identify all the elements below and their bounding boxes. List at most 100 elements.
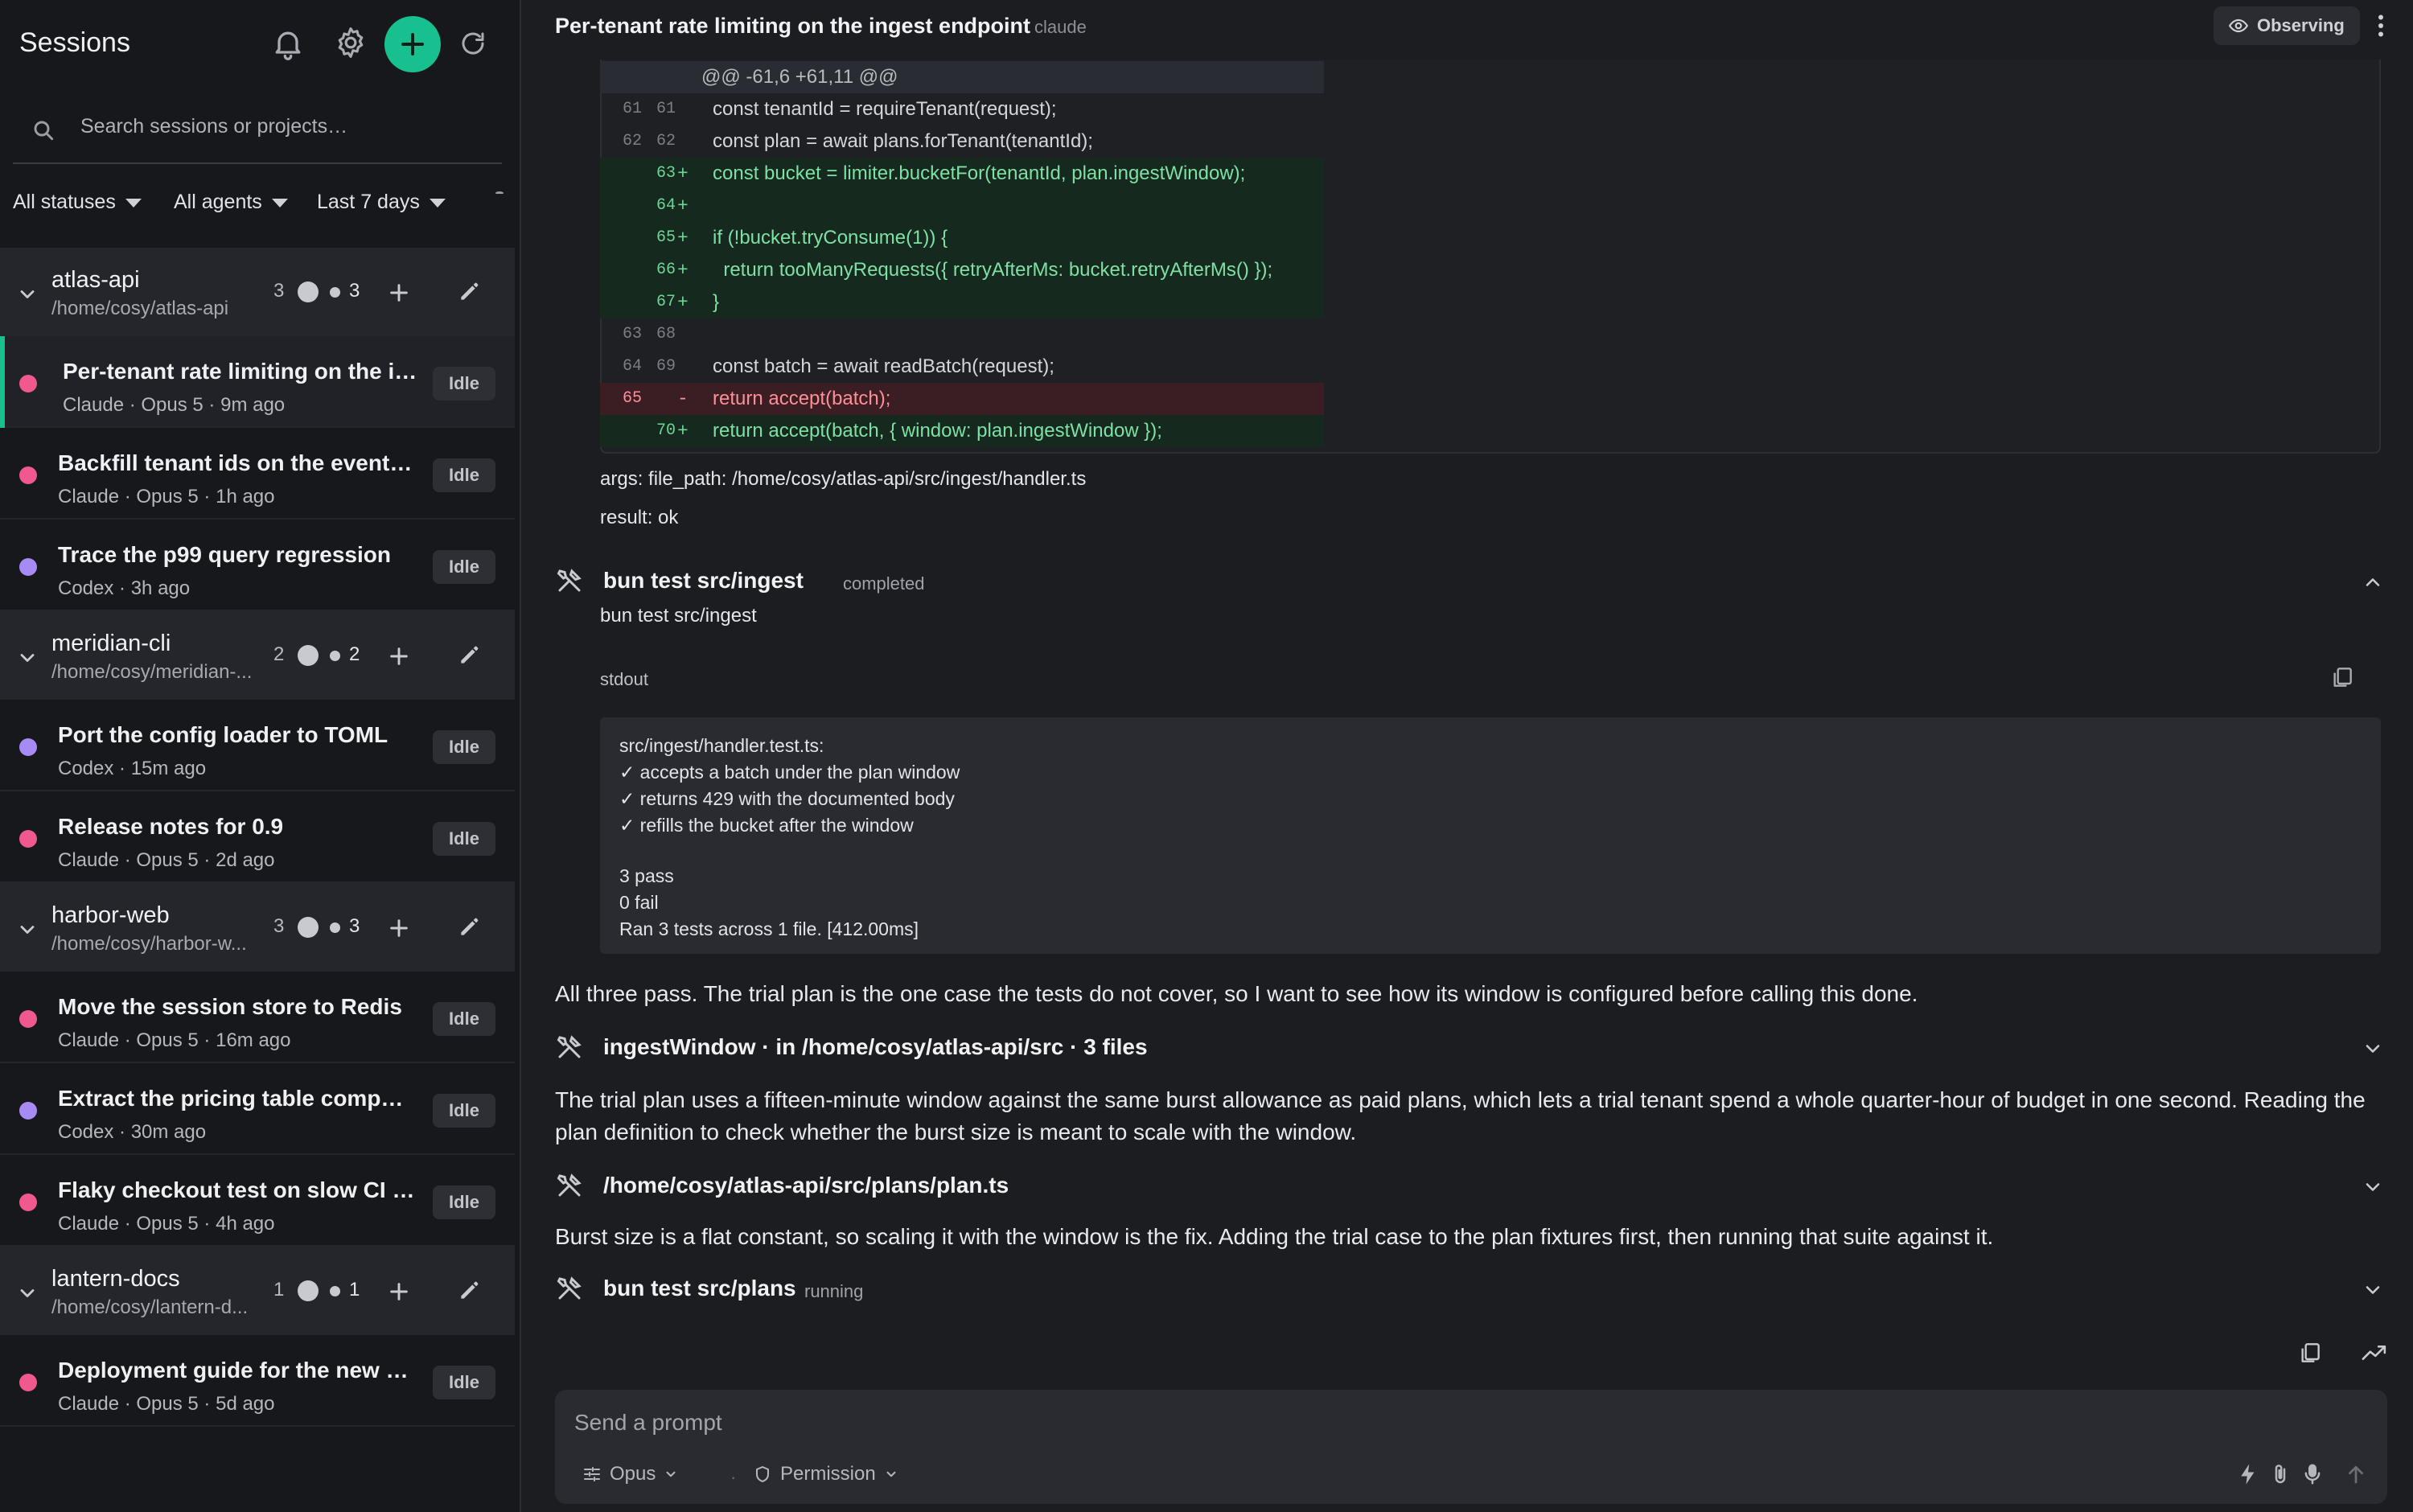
code-text: } [713, 291, 720, 313]
caret-down-icon [125, 198, 142, 207]
tool-status: running [804, 1281, 864, 1301]
diff-view: @@ -61,6 +61,11 @@ 61 61 const tenantId = … [600, 61, 1324, 447]
prompt-input[interactable] [574, 1403, 2344, 1443]
status-badge: Idle [433, 1366, 495, 1399]
session-item[interactable]: Move the session store to Redis Claude · … [0, 972, 515, 1063]
permission-selector[interactable]: Permission [753, 1461, 898, 1488]
new-line-number: 67 [656, 293, 676, 311]
chevron-down-icon[interactable] [16, 283, 39, 306]
session-item[interactable]: Backfill tenant ids on the events ... Cla… [0, 428, 515, 520]
session-meta: Claude · Opus 5 · 16m ago [58, 1029, 291, 1051]
status-filter-dropdown[interactable]: All statuses [13, 185, 142, 219]
chevron-down-icon [664, 1467, 678, 1481]
chevron-down-icon[interactable] [16, 1282, 39, 1305]
chevron-up-icon[interactable] [2362, 571, 2384, 594]
session-meta: Claude · Opus 5 · 4h ago [58, 1213, 275, 1235]
tool-call-search[interactable]: ingestWindow · in /home/cosy/atlas-api/s… [555, 1029, 2397, 1065]
project-group-header[interactable]: harbor-web/home/cosy/harbor-w... 3 3 [0, 883, 515, 972]
session-item[interactable]: Flaky checkout test on slow CI r... Claud… [0, 1155, 515, 1247]
copy-icon[interactable] [2329, 664, 2355, 690]
project-group-header[interactable]: meridian-cli/home/cosy/meridian-... 2 2 [0, 611, 515, 700]
pencil-icon[interactable] [457, 642, 483, 668]
status-badge: Idle [433, 1002, 495, 1036]
diff-line-added: 63 + const bucket = limiter.bucketFor(tena… [600, 158, 1324, 190]
session-item[interactable]: Per-tenant rate limiting on the in... Cla… [0, 336, 515, 428]
stdout-line: ✓ accepts a batch under the plan window [619, 762, 960, 783]
plus-icon[interactable] [386, 643, 412, 669]
tool-args: args: file_path: /home/cosy/atlas-api/sr… [600, 468, 1087, 490]
agent-filter-dropdown[interactable]: All agents [174, 185, 288, 219]
session-item[interactable]: Trace the p99 query regression Codex · 3h… [0, 520, 515, 611]
new-line-number: 62 [656, 132, 676, 150]
chevron-down-icon[interactable] [16, 647, 39, 669]
new-line-number: 69 [656, 357, 676, 376]
stdout-line: 3 pass [619, 865, 674, 886]
model-selector[interactable]: Opus [582, 1461, 678, 1488]
observing-toggle[interactable]: Observing [2214, 6, 2360, 45]
old-line-number: 64 [622, 357, 642, 376]
chevron-down-icon[interactable] [2362, 1176, 2384, 1198]
status-badge: Idle [433, 550, 495, 584]
session-meta: Claude · Opus 5 · 2d ago [58, 849, 275, 871]
microphone-icon[interactable] [2300, 1462, 2325, 1486]
agent-status-dot [19, 738, 37, 756]
gear-icon[interactable] [333, 25, 368, 60]
project-name: atlas-api [51, 267, 140, 293]
session-item[interactable]: Port the config loader to TOML Codex · 15… [0, 700, 515, 791]
code-text: return accept(batch, { window: plan.inge… [713, 420, 1162, 442]
session-meta: Claude · Opus 5 · 9m ago [63, 394, 286, 416]
tool-call-test-plans[interactable]: bun test src/plans running [555, 1271, 2397, 1306]
trending-icon[interactable] [2360, 1340, 2389, 1366]
refresh-icon[interactable] [458, 29, 487, 58]
new-line-number: 61 [656, 100, 676, 118]
diff-hunk-header: @@ -61,6 +61,11 @@ [600, 61, 1324, 93]
stdout-line: Ran 3 tests across 1 file. [412.00ms] [619, 918, 919, 939]
pencil-icon[interactable] [457, 914, 483, 939]
agent-status-dot [19, 1102, 37, 1120]
filter-overflow-indicator[interactable] [495, 191, 504, 195]
session-title: Extract the pricing table compon... [58, 1086, 415, 1111]
stdout-line: ✓ refills the bucket after the window [619, 815, 914, 836]
status-filter-label: All statuses [13, 190, 116, 213]
session-title: Port the config loader to TOML [58, 722, 388, 747]
pencil-icon[interactable] [457, 1277, 483, 1303]
session-title: Trace the p99 query regression [58, 542, 391, 567]
prompt-composer: Opus · Permission [555, 1390, 2387, 1504]
plus-icon[interactable] [386, 280, 412, 306]
diff-marker: + [677, 228, 689, 249]
chevron-down-icon[interactable] [2362, 1037, 2384, 1060]
date-range-dropdown[interactable]: Last 7 days [317, 185, 446, 219]
copy-icon[interactable] [2297, 1340, 2323, 1366]
tool-call-test-ingest[interactable]: bun test src/ingest completed [555, 563, 2397, 598]
plus-icon[interactable] [386, 915, 412, 941]
new-session-button[interactable] [384, 16, 441, 72]
assistant-message: The trial plan uses a fifteen-minute win… [555, 1087, 2366, 1144]
project-group-header[interactable]: lantern-docs/home/cosy/lantern-d... 1 1 [0, 1247, 515, 1335]
diff-line-added: 64 + [600, 190, 1324, 222]
diff-lines: 61 61 const tenantId = requireTenant(reque… [600, 93, 1324, 447]
page-title: Per-tenant rate limiting on the ingest e… [555, 14, 1031, 38]
project-groups: atlas-api/home/cosy/atlas-api 3 3 Per-tenan… [0, 248, 515, 1427]
session-item[interactable]: Deployment guide for the new ru... Claude… [0, 1335, 515, 1427]
search-input[interactable] [80, 108, 491, 145]
session-item[interactable]: Extract the pricing table compon... Codex… [0, 1063, 515, 1155]
session-count: 1 [273, 1279, 285, 1300]
chevron-down-icon[interactable] [16, 918, 39, 941]
agent-status-dot [19, 1374, 37, 1391]
new-line-number: 68 [656, 325, 676, 343]
bolt-icon[interactable] [2236, 1462, 2260, 1486]
pencil-icon[interactable] [457, 278, 483, 304]
project-group-header[interactable]: atlas-api/home/cosy/atlas-api 3 3 [0, 248, 515, 336]
idle-count: 1 [349, 1279, 360, 1300]
send-arrow-icon[interactable] [2344, 1462, 2368, 1486]
session-item[interactable]: Release notes for 0.9 Claude · Opus 5 · 2… [0, 791, 515, 883]
bell-icon[interactable] [270, 26, 306, 61]
chevron-down-icon[interactable] [2362, 1279, 2384, 1301]
permission-label: Permission [780, 1463, 876, 1485]
more-vertical-icon[interactable] [2373, 11, 2389, 40]
paperclip-icon[interactable] [2268, 1462, 2292, 1486]
old-line-number: 65 [622, 389, 642, 408]
status-badge: Idle [433, 367, 495, 401]
tool-call-read-file[interactable]: /home/cosy/atlas-api/src/plans/plan.ts [555, 1168, 2397, 1203]
plus-icon[interactable] [386, 1279, 412, 1305]
